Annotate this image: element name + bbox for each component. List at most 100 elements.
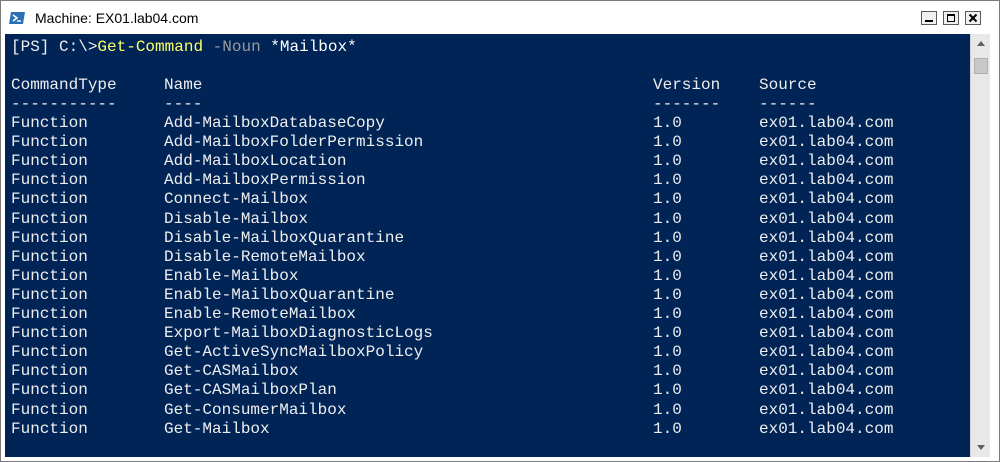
minimize-button[interactable] [921,11,937,25]
title-bar[interactable]: Machine: EX01.lab04.com [1,1,999,34]
command-version: 1.0 [653,419,682,438]
vertical-scrollbar[interactable] [970,34,991,457]
close-button[interactable] [965,11,981,25]
command-row: Function Get-CASMailboxPlan 1.0 ex01.lab04.… [5,381,970,400]
column-header-row: CommandType Name Version Source [5,76,970,95]
command-row: Function Get-ActiveSyncMailboxPolicy 1.0 ex… [5,343,970,362]
command-type: Function [11,209,88,228]
command-type: Function [11,133,88,152]
command-version: 1.0 [653,209,682,228]
command-type: Function [11,247,88,266]
command-source: ex01.lab04.com [759,209,894,228]
command-source: ex01.lab04.com [759,133,894,152]
command-name: Disable-RemoteMailbox [164,247,366,266]
console-window: Machine: EX01.lab04.com [PS] C:\>Get-Com… [0,0,1000,462]
command-version: 1.0 [653,133,682,152]
command-type: Function [11,324,88,343]
powershell-icon[interactable] [9,10,25,26]
command-version: 1.0 [653,114,682,132]
command-name: Get-ConsumerMailbox [164,400,347,419]
command-type: Function [11,381,88,400]
command-source: ex01.lab04.com [759,228,894,247]
command-version: 1.0 [653,343,682,362]
header-source: Source [759,76,817,94]
command-name: Add-MailboxPermission [164,171,366,190]
header-underline-row: ----------- ---- ------- ------ [5,95,970,114]
command-name: Get-CASMailboxPlan [164,381,337,400]
command-version: 1.0 [653,400,682,419]
command-row: Function Disable-Mailbox 1.0 ex01.lab04.com [5,210,970,229]
command-type: Function [11,266,88,285]
scroll-up-icon[interactable] [971,34,991,54]
command-row: Function Enable-RemoteMailbox 1.0 ex01.lab0… [5,305,970,324]
command-source: ex01.lab04.com [759,114,894,132]
command-row: Function Get-CASMailbox 1.0 ex01.lab04.com [5,362,970,381]
command-source: ex01.lab04.com [759,400,894,419]
command-source: ex01.lab04.com [759,419,894,438]
command-source: ex01.lab04.com [759,305,894,323]
window-frame-bottom [1,457,999,461]
parameter-text: -Noun [212,38,261,56]
command-text: Get-Command [97,38,204,56]
command-row: Function Enable-MailboxQuarantine 1.0 ex01.… [5,286,970,305]
command-source: ex01.lab04.com [759,285,894,304]
command-version: 1.0 [653,152,682,171]
command-version: 1.0 [653,362,682,381]
console-output[interactable]: [PS] C:\>Get-Command -Noun *Mailbox* Com… [5,34,970,457]
command-name: Add-MailboxDatabaseCopy [164,114,385,132]
command-source: ex01.lab04.com [759,343,894,362]
command-type: Function [11,362,88,381]
command-type: Function [11,171,88,190]
command-source: ex01.lab04.com [759,190,894,209]
command-name: Enable-Mailbox [164,266,299,285]
command-row: Function Get-Mailbox 1.0 ex01.lab04.com [5,420,970,439]
window-title: Machine: EX01.lab04.com [35,10,199,26]
command-name: Add-MailboxLocation [164,152,347,171]
command-source: ex01.lab04.com [759,362,894,381]
command-row: Function Get-ConsumerMailbox 1.0 ex01.lab04… [5,401,970,420]
command-version: 1.0 [653,305,682,323]
command-source: ex01.lab04.com [759,381,894,400]
command-version: 1.0 [653,285,682,304]
command-version: 1.0 [653,171,682,190]
command-name: Disable-Mailbox [164,209,309,228]
underline-source: ------ [759,95,817,113]
command-row: Function Add-MailboxFolderPermission 1.0 ex… [5,133,970,152]
command-source: ex01.lab04.com [759,152,894,171]
command-version: 1.0 [653,190,682,209]
scroll-down-icon[interactable] [971,437,991,457]
command-type: Function [11,305,88,323]
prompt-prefix: [PS] C:\> [11,38,98,56]
command-source: ex01.lab04.com [759,266,894,285]
underline-version: ------- [653,95,721,113]
minimize-icon [925,20,933,22]
command-name: Disable-MailboxQuarantine [164,228,405,247]
header-commandtype: CommandType [11,76,117,94]
command-type: Function [11,343,88,362]
underline-commandtype: ----------- [11,95,117,113]
prompt-line: [PS] C:\>Get-Command -Noun *Mailbox* [11,38,357,57]
maximize-button[interactable] [943,11,959,25]
scrollbar-thumb[interactable] [974,58,988,74]
maximize-icon [947,14,955,22]
command-type: Function [11,114,88,132]
close-icon [968,13,978,23]
command-row: Function Export-MailboxDiagnosticLogs 1.0 e… [5,324,970,343]
command-type: Function [11,400,88,419]
command-source: ex01.lab04.com [759,324,894,343]
command-version: 1.0 [653,247,682,266]
command-row: Function Add-MailboxDatabaseCopy 1.0 ex01.l… [5,114,970,133]
command-name: Get-Mailbox [164,419,270,438]
argument-text: *Mailbox* [270,38,357,56]
command-row: Function Connect-Mailbox 1.0 ex01.lab04.com [5,190,970,209]
command-name: Get-ActiveSyncMailboxPolicy [164,343,424,362]
command-name: Enable-MailboxQuarantine [164,285,395,304]
command-source: ex01.lab04.com [759,171,894,190]
header-version: Version [653,76,721,94]
command-name: Export-MailboxDiagnosticLogs [164,324,433,343]
command-source: ex01.lab04.com [759,247,894,266]
command-type: Function [11,228,88,247]
command-type: Function [11,190,88,209]
command-row: Function Enable-Mailbox 1.0 ex01.lab04.com [5,267,970,286]
command-version: 1.0 [653,228,682,247]
